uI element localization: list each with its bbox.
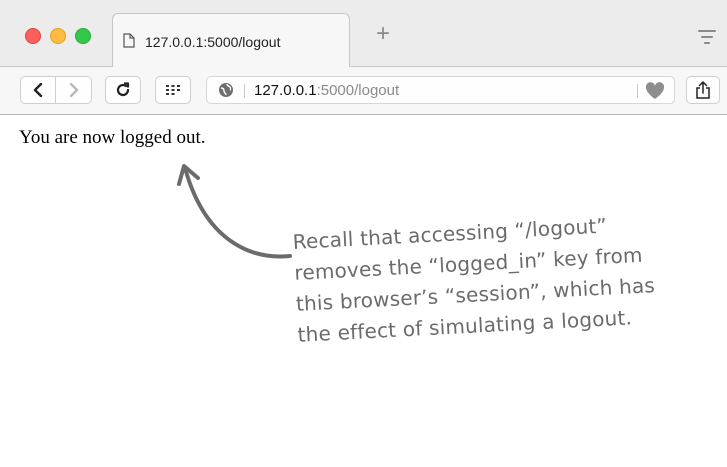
annotation-note: Recall that accessing “/logout” removes … bbox=[292, 207, 678, 351]
close-window-button[interactable] bbox=[25, 28, 41, 44]
page-icon bbox=[123, 33, 135, 48]
page-content: You are now logged out. Recall that acce… bbox=[0, 115, 727, 467]
share-icon bbox=[696, 81, 710, 99]
forward-icon bbox=[69, 83, 78, 97]
share-button[interactable] bbox=[686, 76, 720, 104]
browser-window: 127.0.0.1:5000/logout + 127.0.0.1:5000/l… bbox=[0, 0, 727, 467]
active-tab[interactable]: 127.0.0.1:5000/logout bbox=[112, 13, 350, 67]
top-sites-button[interactable] bbox=[155, 76, 191, 104]
tab-overview-icon[interactable] bbox=[698, 30, 716, 44]
address-divider-right bbox=[637, 84, 638, 98]
url-host: 127.0.0.1 bbox=[254, 82, 317, 99]
url-text[interactable]: 127.0.0.1:5000/logout bbox=[254, 82, 399, 99]
site-info-icon[interactable] bbox=[218, 82, 234, 98]
reload-icon bbox=[116, 82, 130, 97]
url-path: :5000/logout bbox=[316, 82, 400, 99]
new-tab-button[interactable]: + bbox=[372, 22, 394, 46]
address-bar[interactable]: 127.0.0.1:5000/logout bbox=[206, 76, 675, 104]
zoom-window-button[interactable] bbox=[75, 28, 91, 44]
back-icon bbox=[33, 83, 43, 97]
tab-title: 127.0.0.1:5000/logout bbox=[145, 34, 281, 50]
logout-message: You are now logged out. bbox=[19, 127, 206, 148]
reload-button[interactable] bbox=[105, 76, 141, 104]
forward-button[interactable] bbox=[56, 76, 92, 104]
navigation-toolbar: 127.0.0.1:5000/logout bbox=[0, 67, 727, 115]
heart-icon[interactable] bbox=[645, 82, 665, 100]
grid-icon bbox=[166, 85, 180, 95]
address-divider bbox=[244, 84, 245, 98]
minimize-window-button[interactable] bbox=[50, 28, 66, 44]
tab-strip: 127.0.0.1:5000/logout + bbox=[0, 0, 727, 67]
annotation-arrow bbox=[177, 164, 292, 259]
back-button[interactable] bbox=[20, 76, 56, 104]
